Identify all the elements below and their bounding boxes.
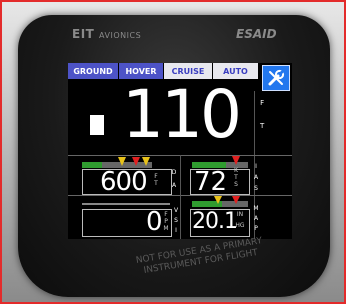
altitude-unit: F T [260, 99, 265, 130]
vsi-unit: FPM [163, 211, 169, 232]
photo-frame: EIT AVIONICS ESAID GROUND HOVER CRUISE A… [0, 0, 346, 304]
display-screen: GROUND HOVER CRUISE AUTO 110 F T 600 F T… [68, 63, 292, 239]
settings-button[interactable] [262, 65, 290, 91]
brand-suffix: AVIONICS [99, 31, 142, 40]
wrench-icon [268, 69, 285, 86]
map-unit: IN HG [235, 211, 245, 229]
ias-unit: KTS [234, 167, 238, 188]
model-name: ESAID [236, 27, 277, 41]
da-unit: FT [154, 173, 158, 187]
ias-label: IAS [253, 163, 259, 192]
center-divider [180, 155, 181, 239]
map-value: 20.1 [192, 209, 238, 234]
vsi-value: 0 [146, 207, 163, 237]
vsi-label: VSI [173, 207, 179, 234]
da-red-marker [132, 157, 140, 166]
ias-value: 72 [194, 167, 228, 197]
brand-name: EIT [72, 27, 95, 41]
da-label: DA [171, 169, 177, 189]
da-yellow-marker [142, 157, 150, 166]
map-yellow-marker [214, 196, 222, 204]
ias-red-marker [232, 156, 240, 165]
da-value: 600 [100, 167, 148, 197]
altitude-value: 110 [122, 76, 242, 153]
da-gauge-fill [82, 162, 102, 168]
mode-ground-tab[interactable]: GROUND [68, 63, 118, 79]
vsi-scale [82, 203, 170, 205]
brand-logo: EIT AVIONICS [72, 27, 141, 41]
map-label: MAP [253, 205, 259, 232]
status-indicator [90, 115, 104, 135]
map-red-marker [232, 196, 240, 204]
da-yellow-marker [118, 157, 126, 166]
